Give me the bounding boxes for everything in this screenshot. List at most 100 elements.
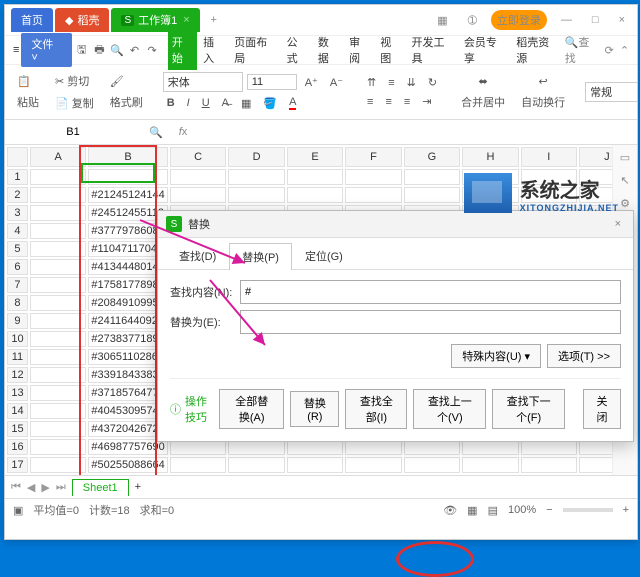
settings-icon[interactable]: ⚙ xyxy=(620,197,630,210)
search-icon[interactable]: 🔍查找 xyxy=(565,34,599,66)
tab-formula[interactable]: 公式 xyxy=(283,30,312,70)
cell[interactable]: #20849109958 xyxy=(88,295,167,311)
zoom-in-button[interactable]: + xyxy=(623,504,629,516)
cell[interactable] xyxy=(30,313,86,329)
cell[interactable] xyxy=(30,367,86,383)
login-button[interactable]: 立即登录 xyxy=(491,10,547,30)
prev-sheet-icon[interactable]: ◀ xyxy=(27,481,35,494)
copy-button[interactable]: 📄 复制 xyxy=(51,93,98,113)
col-header[interactable]: B xyxy=(88,147,167,167)
grid-icon[interactable]: ▦ xyxy=(431,12,453,29)
pointer-tool-icon[interactable]: ↖ xyxy=(620,174,629,187)
cell[interactable] xyxy=(462,187,519,203)
cell[interactable]: #46987757690 xyxy=(88,439,167,455)
tab-data[interactable]: 数据 xyxy=(314,30,343,70)
col-header[interactable]: I xyxy=(521,147,577,167)
italic-button[interactable]: I xyxy=(183,95,194,111)
fill-color-button[interactable]: 🪣 xyxy=(259,95,281,112)
cell[interactable] xyxy=(462,457,519,473)
col-header[interactable]: C xyxy=(170,147,227,167)
view-icon[interactable]: 👁 xyxy=(443,504,457,517)
cell[interactable]: #37779786085 xyxy=(88,223,167,239)
page-view-icon[interactable]: ▤ xyxy=(488,504,498,517)
name-box[interactable] xyxy=(5,124,141,140)
row-header[interactable]: 9 xyxy=(7,313,28,329)
cell[interactable] xyxy=(30,223,86,239)
cell[interactable] xyxy=(30,385,86,401)
align-top-icon[interactable]: ⇈ xyxy=(363,74,380,91)
cell[interactable] xyxy=(30,277,86,293)
cell[interactable] xyxy=(345,457,401,473)
align-mid-icon[interactable]: ≡ xyxy=(384,75,398,91)
cell[interactable] xyxy=(170,187,227,203)
replace-all-button[interactable]: 全部替换(A) xyxy=(219,389,284,429)
cell[interactable] xyxy=(30,421,86,437)
record-icon[interactable]: ▣ xyxy=(13,504,23,517)
tab-find[interactable]: 查找(D) xyxy=(166,242,229,269)
tab-resource[interactable]: 稻壳资源 xyxy=(512,30,562,70)
col-header[interactable]: A xyxy=(30,147,86,167)
col-header[interactable]: E xyxy=(287,147,343,167)
tab-insert[interactable]: 插入 xyxy=(199,30,228,70)
app-menu-icon[interactable]: ≡ xyxy=(13,44,19,56)
cell[interactable] xyxy=(521,169,577,185)
tab-member[interactable]: 会员专享 xyxy=(460,30,510,70)
find-input[interactable] xyxy=(240,280,621,304)
cell[interactable] xyxy=(30,169,86,185)
next-sheet-icon[interactable]: ▶ xyxy=(41,481,49,494)
preview-icon[interactable]: 🔍 xyxy=(109,42,125,58)
zoom-level[interactable]: 100% xyxy=(508,504,536,516)
cell[interactable] xyxy=(30,403,86,419)
dialog-close-button[interactable]: × xyxy=(611,218,625,230)
col-header[interactable]: F xyxy=(345,147,401,167)
print-icon[interactable]: 🖶 xyxy=(92,42,108,58)
row-header[interactable]: 5 xyxy=(7,241,28,257)
tab-start[interactable]: 开始 xyxy=(168,30,197,70)
align-left-icon[interactable]: ≡ xyxy=(363,94,377,110)
format-painter-button[interactable]: 🖌 xyxy=(106,73,147,90)
align-bot-icon[interactable]: ⇊ xyxy=(403,74,420,91)
add-sheet-button[interactable]: + xyxy=(135,481,141,493)
redo-icon[interactable]: ↷ xyxy=(144,42,160,58)
cell[interactable] xyxy=(30,349,86,365)
tab-home[interactable]: 首页 xyxy=(11,8,53,32)
cut-button[interactable]: ✂ 剪切 xyxy=(51,71,98,91)
options-button[interactable]: 选项(T) >> xyxy=(547,344,621,368)
align-center-icon[interactable]: ≡ xyxy=(381,94,395,110)
cell[interactable] xyxy=(521,187,577,203)
cell[interactable]: #17581778984 xyxy=(88,277,167,293)
cell[interactable] xyxy=(345,187,401,203)
tab-replace[interactable]: 替换(P) xyxy=(229,243,292,270)
find-all-button[interactable]: 查找全部(I) xyxy=(345,389,407,429)
cell[interactable] xyxy=(345,169,401,185)
cell[interactable]: #40453095749 xyxy=(88,403,167,419)
cell[interactable] xyxy=(287,457,343,473)
row-header[interactable]: 13 xyxy=(7,385,28,401)
zoom-slider[interactable] xyxy=(563,508,613,512)
row-header[interactable]: 6 xyxy=(7,259,28,275)
cell[interactable]: #27383771898 xyxy=(88,331,167,347)
cell[interactable] xyxy=(30,187,86,203)
strike-button[interactable]: A̶ xyxy=(218,95,233,111)
tab-layout[interactable]: 页面布局 xyxy=(230,30,280,70)
row-header[interactable]: 16 xyxy=(7,439,28,455)
cell[interactable]: #41344480144 xyxy=(88,259,167,275)
orientation-icon[interactable]: ↻ xyxy=(424,74,441,91)
cell[interactable] xyxy=(404,457,461,473)
indent-icon[interactable]: ⇥ xyxy=(418,93,435,110)
cell[interactable]: #50255088664 xyxy=(88,457,167,473)
cell[interactable] xyxy=(170,457,227,473)
paste-button[interactable]: 📋 xyxy=(13,73,43,90)
first-sheet-icon[interactable]: ⏮ xyxy=(11,481,21,494)
cell[interactable]: #37185764779 xyxy=(88,385,167,401)
zoom-out-button[interactable]: − xyxy=(546,504,552,516)
cell[interactable] xyxy=(30,331,86,347)
maximize-button[interactable]: □ xyxy=(586,12,605,28)
row-header[interactable]: 12 xyxy=(7,367,28,383)
cell[interactable]: #21245124144 xyxy=(88,187,167,203)
cell[interactable]: #24512455112 xyxy=(88,205,167,221)
row-header[interactable]: 4 xyxy=(7,223,28,239)
cell[interactable] xyxy=(228,457,285,473)
cell[interactable] xyxy=(404,187,461,203)
row-header[interactable]: 17 xyxy=(7,457,28,473)
